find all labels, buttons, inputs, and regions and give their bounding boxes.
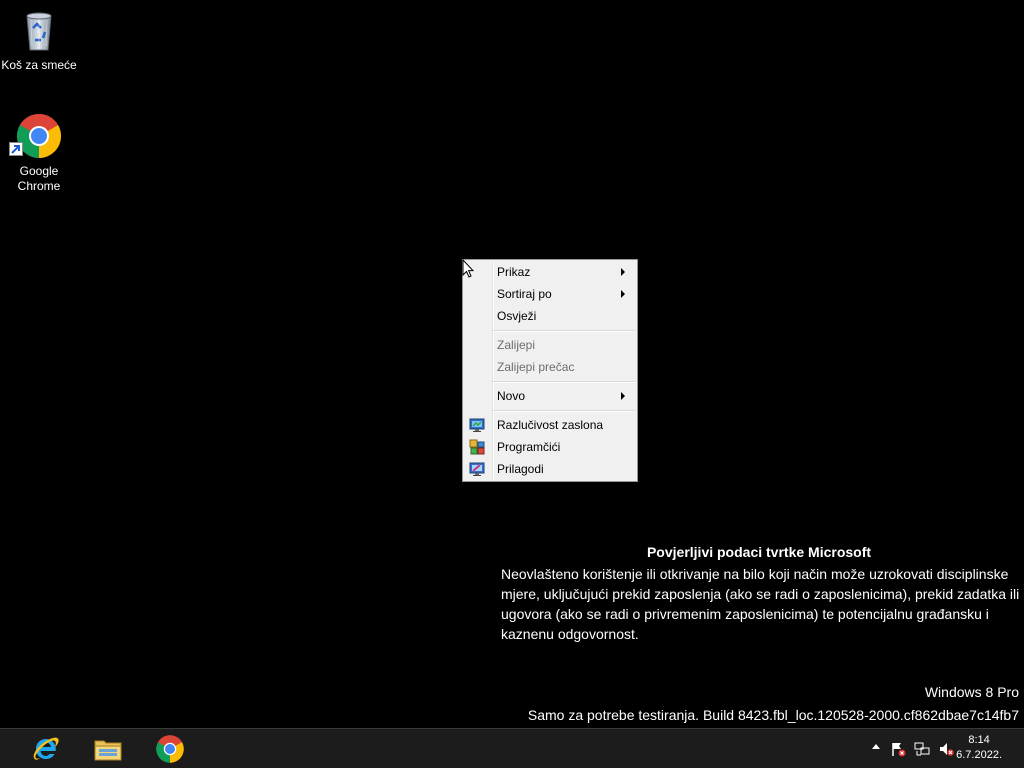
personalize-icon bbox=[469, 461, 485, 477]
submenu-arrow-icon bbox=[621, 268, 625, 276]
desktop-context-menu: Prikaz Sortiraj po Osvježi Zalijepi Zali… bbox=[462, 259, 638, 482]
menu-item-personalize[interactable]: Prilagodi bbox=[465, 458, 635, 480]
menu-separator bbox=[493, 330, 635, 332]
clock-time: 8:14 bbox=[968, 734, 990, 746]
shortcut-arrow-icon bbox=[9, 142, 23, 156]
menu-item-paste-shortcut: Zalijepi prečac bbox=[465, 356, 635, 378]
desktop-icon-chrome[interactable]: Google Chrome bbox=[0, 112, 78, 194]
chrome-icon bbox=[9, 112, 63, 160]
menu-separator bbox=[493, 381, 635, 383]
taskbar-button-internet-explorer[interactable] bbox=[16, 731, 76, 767]
volume-muted-icon[interactable] bbox=[938, 741, 954, 757]
system-tray: 8:14 6.7.2022. bbox=[844, 729, 1024, 768]
taskbar-button-chrome[interactable] bbox=[140, 731, 200, 767]
submenu-arrow-icon bbox=[621, 392, 625, 400]
menu-item-label: Prikaz bbox=[497, 265, 531, 279]
menu-item-view[interactable]: Prikaz bbox=[465, 261, 635, 283]
menu-item-label: Novo bbox=[497, 389, 526, 403]
clock-date: 6.7.2022. bbox=[956, 749, 1002, 761]
network-icon[interactable] bbox=[914, 741, 930, 757]
menu-item-label: Prilagodi bbox=[497, 462, 544, 476]
menu-item-new[interactable]: Novo bbox=[465, 385, 635, 407]
desktop-icon-label-line2: Chrome bbox=[17, 179, 61, 193]
taskbar: 8:14 6.7.2022. bbox=[0, 728, 1024, 768]
show-hidden-icons-icon[interactable] bbox=[872, 744, 880, 749]
menu-item-label: Zalijepi bbox=[497, 338, 536, 352]
desktop-icon-label-line1: Google bbox=[19, 164, 59, 178]
internet-explorer-icon bbox=[31, 734, 61, 764]
gadgets-icon bbox=[469, 439, 485, 455]
submenu-arrow-icon bbox=[621, 290, 625, 298]
menu-item-label: Osvježi bbox=[497, 309, 537, 323]
watermark-title: Povjerljivi podaci tvrtke Microsoft bbox=[646, 544, 872, 560]
menu-item-gadgets[interactable]: Programčići bbox=[465, 436, 635, 458]
menu-item-label: Sortiraj po bbox=[497, 287, 552, 301]
taskbar-button-file-explorer[interactable] bbox=[78, 731, 138, 767]
chrome-icon bbox=[155, 734, 185, 764]
desktop[interactable]: Koš za smeće Google Chrome Prikaz Sortir… bbox=[0, 0, 1024, 768]
mouse-cursor-icon bbox=[462, 259, 475, 278]
menu-item-refresh[interactable]: Osvježi bbox=[465, 305, 635, 327]
menu-item-label: Zalijepi prečac bbox=[497, 360, 575, 374]
taskbar-clock[interactable]: 8:14 6.7.2022. bbox=[956, 733, 1002, 763]
action-center-flag-icon[interactable] bbox=[890, 741, 906, 757]
file-explorer-icon bbox=[93, 734, 123, 764]
watermark-body: Neovlašteno korištenje ili otkrivanje na… bbox=[501, 566, 1020, 642]
menu-item-sort-by[interactable]: Sortiraj po bbox=[465, 283, 635, 305]
desktop-icon-recycle-bin[interactable]: Koš za smeće bbox=[0, 6, 78, 73]
menu-item-screen-resolution[interactable]: Razlučivost zaslona bbox=[465, 414, 635, 436]
menu-item-label: Razlučivost zaslona bbox=[497, 418, 604, 432]
recycle-bin-icon bbox=[15, 6, 63, 54]
desktop-icon-label: Koš za smeće bbox=[1, 58, 77, 72]
menu-item-paste: Zalijepi bbox=[465, 334, 635, 356]
watermark-build: Samo za potrebe testiranja. Build 8423.f… bbox=[527, 707, 1019, 723]
menu-item-label: Programčići bbox=[497, 440, 561, 454]
watermark-edition: Windows 8 Pro bbox=[924, 684, 1019, 700]
display-resolution-icon bbox=[469, 417, 485, 433]
menu-separator bbox=[493, 410, 635, 412]
